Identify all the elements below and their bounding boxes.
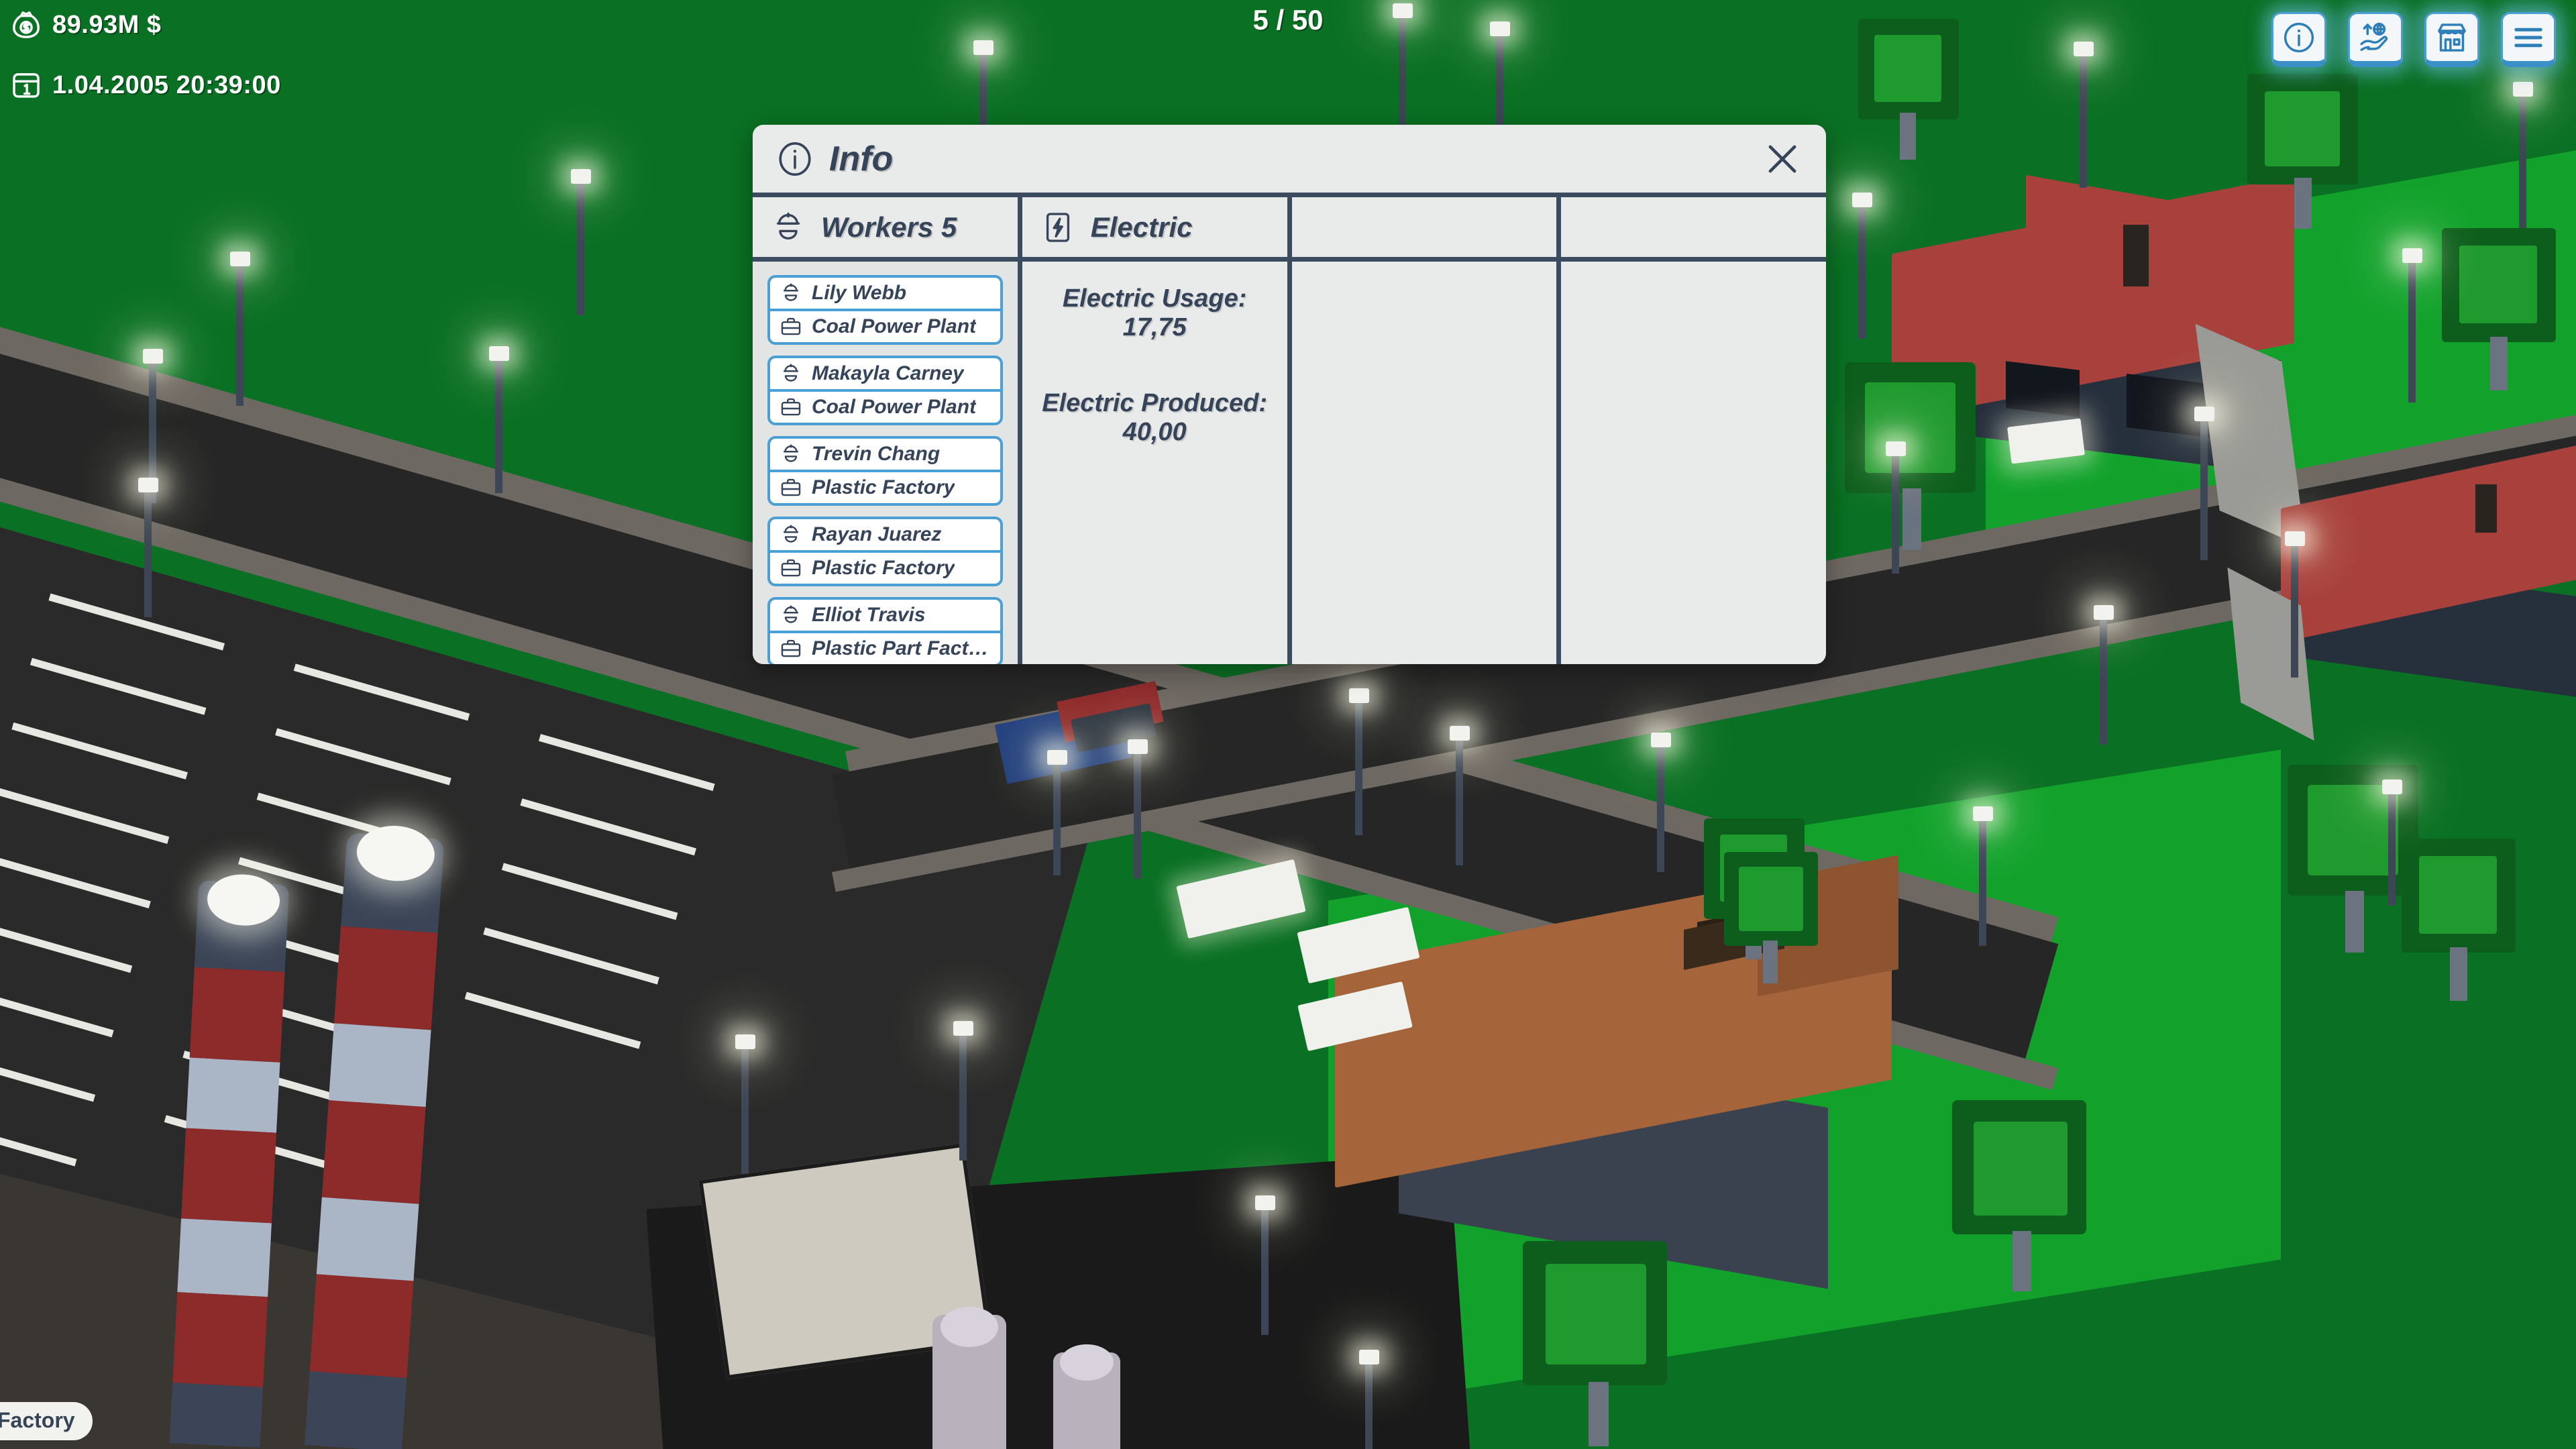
worker-workplace: Plastic Factory bbox=[812, 557, 955, 579]
worker-workplace-row: Coal Power Plant bbox=[770, 311, 1000, 342]
tree bbox=[2395, 832, 2529, 1006]
worker-name: Lily Webb bbox=[812, 282, 907, 304]
population-counter: 5 / 50 bbox=[1252, 4, 1324, 36]
tree bbox=[2435, 221, 2569, 396]
worker-workplace-row: Plastic Factory bbox=[770, 472, 1000, 503]
worker-helmet-icon bbox=[776, 212, 800, 239]
worker-workplace: Coal Power Plant bbox=[812, 315, 977, 337]
worker-name-row: Lily Webb bbox=[770, 278, 1000, 311]
briefcase-icon bbox=[781, 317, 801, 335]
menu-button[interactable] bbox=[2501, 12, 2556, 67]
worker-card[interactable]: Rayan Juarez Plastic Factory bbox=[767, 517, 1003, 586]
column-empty-1 bbox=[1291, 197, 1562, 664]
electric-metrics: Electric Usage: 17,75 Electric Produced:… bbox=[1022, 262, 1287, 664]
worker-card[interactable]: Makayla Carney Coal Power Plant bbox=[767, 356, 1003, 425]
electric-bolt-icon bbox=[1046, 212, 1069, 242]
column-empty-2 bbox=[1561, 197, 1826, 664]
info-dialog-title: Info bbox=[829, 139, 894, 178]
datetime-value: 1.04.2005 20:39:00 bbox=[52, 70, 281, 99]
worker-name: Trevin Chang bbox=[812, 443, 941, 465]
worker-helmet-icon bbox=[783, 283, 799, 301]
worker-workplace: Plastic Factory bbox=[812, 476, 955, 498]
briefcase-icon bbox=[781, 398, 801, 416]
tree bbox=[1838, 356, 1992, 557]
column-empty-1-header bbox=[1291, 197, 1557, 262]
store-icon bbox=[2438, 23, 2466, 52]
column-electric-header: Electric bbox=[1022, 197, 1287, 262]
economy-button[interactable] bbox=[2348, 12, 2403, 67]
vehicle-car bbox=[1176, 859, 1306, 939]
worker-name: Makayla Carney bbox=[812, 362, 964, 384]
worker-helmet-icon bbox=[783, 525, 799, 543]
top-toolbar bbox=[2271, 12, 2556, 67]
briefcase-icon bbox=[781, 478, 801, 496]
worker-workplace: Coal Power Plant bbox=[812, 396, 977, 418]
tree bbox=[1516, 1234, 1690, 1449]
close-button[interactable] bbox=[1762, 138, 1803, 180]
tree bbox=[1945, 1093, 2106, 1295]
worker-card[interactable]: Lily Webb Coal Power Plant bbox=[767, 275, 1003, 345]
workers-list: Lily Webb Coal Power Plant Makayla Carne… bbox=[753, 262, 1018, 664]
info-circle-icon bbox=[2284, 22, 2314, 53]
worker-name-row: Elliot Travis bbox=[770, 600, 1000, 633]
worker-card[interactable]: Trevin Chang Plastic Factory bbox=[767, 436, 1003, 506]
column-empty-2-header bbox=[1561, 197, 1826, 262]
worker-workplace: Plastic Part Factory bbox=[812, 637, 991, 659]
column-electric-label: Electric bbox=[1090, 211, 1193, 243]
building-house-red-2[interactable] bbox=[2281, 444, 2576, 698]
info-dialog-header: Info bbox=[753, 125, 1826, 197]
worker-name-row: Rayan Juarez bbox=[770, 519, 1000, 553]
worker-helmet-icon bbox=[783, 605, 799, 623]
worker-name: Rayan Juarez bbox=[812, 523, 942, 545]
column-empty-1-body bbox=[1292, 262, 1557, 664]
building-warehouse[interactable] bbox=[1335, 855, 1925, 1289]
world-building-label-text: Factory bbox=[0, 1408, 75, 1432]
column-electric: Electric Electric Usage: 17,75 Electric … bbox=[1022, 197, 1292, 664]
worker-helmet-icon bbox=[783, 444, 799, 462]
column-workers-label: Workers 5 bbox=[821, 211, 957, 243]
info-circle-icon bbox=[779, 142, 811, 176]
tree bbox=[2241, 67, 2375, 235]
world-building-label[interactable]: Factory bbox=[0, 1402, 93, 1440]
briefcase-icon bbox=[781, 639, 801, 657]
column-workers-header: Workers 5 bbox=[753, 197, 1018, 262]
close-x-icon bbox=[1768, 145, 1796, 172]
worker-workplace-row: Coal Power Plant bbox=[770, 392, 1000, 423]
cooling-tower bbox=[932, 1295, 1013, 1449]
shop-button[interactable] bbox=[2424, 12, 2479, 67]
tree bbox=[1717, 845, 1831, 986]
worker-card[interactable]: Elliot Travis Plastic Part Factory bbox=[767, 597, 1003, 664]
column-workers: Workers 5 Lily Webb Coal Power Plant Mak… bbox=[753, 197, 1022, 664]
column-empty-2-body bbox=[1561, 262, 1826, 664]
info-button[interactable] bbox=[2271, 12, 2326, 67]
worker-name-row: Makayla Carney bbox=[770, 358, 1000, 392]
info-dialog[interactable]: Info Workers 5 Lily Webb Coal Power Plan… bbox=[753, 125, 1826, 664]
worker-workplace-row: Plastic Factory bbox=[770, 553, 1000, 584]
worker-name-row: Trevin Chang bbox=[770, 439, 1000, 472]
worker-helmet-icon bbox=[783, 364, 799, 382]
briefcase-icon bbox=[781, 559, 801, 577]
electric-usage-metric: Electric Usage: 17,75 bbox=[1062, 284, 1247, 341]
calendar-icon bbox=[13, 73, 40, 98]
cooling-tower bbox=[1053, 1335, 1127, 1449]
datetime-display: 1.04.2005 20:39:00 bbox=[11, 70, 281, 101]
hand-globe-arrow-icon bbox=[2360, 22, 2388, 51]
worker-name: Elliot Travis bbox=[812, 604, 926, 626]
electric-produced-metric: Electric Produced: 40,00 bbox=[1042, 389, 1267, 446]
hamburger-menu-icon bbox=[2514, 28, 2542, 48]
info-dialog-columns: Workers 5 Lily Webb Coal Power Plant Mak… bbox=[753, 197, 1826, 664]
worker-workplace-row: Plastic Part Factory bbox=[770, 633, 1000, 664]
